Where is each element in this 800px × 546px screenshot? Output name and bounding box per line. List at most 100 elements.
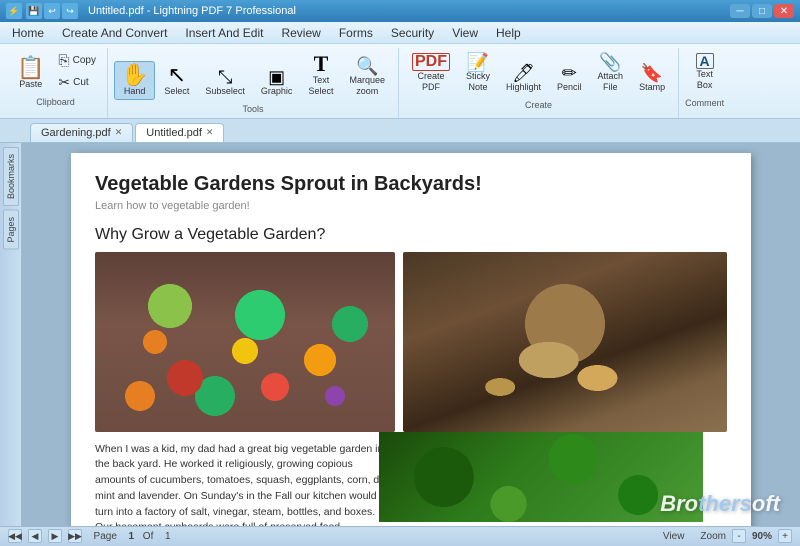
close-button[interactable]: ✕ — [774, 4, 794, 18]
pdf-bottom-right-area — [403, 442, 727, 526]
total-pages: 1 — [165, 531, 171, 542]
graphic-button[interactable]: ▣ Graphic — [254, 65, 300, 100]
sticky-note-icon: 📝 — [467, 53, 489, 71]
highlight-label: Highlight — [506, 82, 541, 93]
tab-gardening[interactable]: Gardening.pdf ✕ — [30, 123, 133, 142]
pages-panel-button[interactable]: Pages — [3, 210, 19, 250]
status-bar: ◀◀ ◀ ▶ ▶▶ Page 1 Of 1 View Zoom - 90% + — [0, 526, 800, 546]
cut-label: Cut — [73, 77, 89, 88]
subselect-icon: ⤡ — [218, 68, 232, 86]
main-area: Bookmarks Pages Vegetable Gardens Sprout… — [0, 143, 800, 526]
cut-icon: ✂ — [58, 74, 70, 91]
tab-untitled[interactable]: Untitled.pdf ✕ — [135, 123, 224, 142]
text-select-label: TextSelect — [308, 75, 333, 97]
app-icon: ⚡ — [6, 3, 22, 19]
comment-label: Comment — [685, 98, 724, 110]
last-page-button[interactable]: ▶▶ — [68, 529, 82, 543]
stamp-label: Stamp — [639, 82, 665, 93]
pdf-viewport[interactable]: Vegetable Gardens Sprout in Backyards! L… — [22, 143, 800, 526]
select-button[interactable]: ↖ Select — [157, 61, 196, 100]
ribbon: 📋 Paste ⎘ Copy ✂ Cut Clipboard — [0, 44, 800, 119]
vegetables-image — [95, 252, 395, 432]
app-title: Untitled.pdf - Lightning PDF 7 Professio… — [88, 5, 296, 17]
menu-bar: Home Create And Convert Insert And Edit … — [0, 22, 800, 44]
ribbon-group-clipboard: 📋 Paste ⎘ Copy ✂ Cut Clipboard — [4, 48, 108, 118]
pdf-images-row — [95, 252, 727, 432]
copy-label: Copy — [73, 55, 96, 66]
comment-buttons: A TextBox — [689, 50, 721, 94]
attach-file-icon: 📎 — [599, 53, 621, 71]
vegetables-image-content — [95, 252, 395, 432]
prev-button[interactable]: ◀ — [28, 529, 42, 543]
ribbon-group-comment: A TextBox Comment — [679, 48, 730, 118]
tab-untitled-label: Untitled.pdf — [146, 127, 202, 139]
pencil-label: Pencil — [557, 82, 582, 93]
redo-icon[interactable]: ↪ — [62, 3, 78, 19]
minimize-button[interactable]: ─ — [730, 4, 750, 18]
window-controls: ─ □ ✕ — [730, 4, 794, 18]
maximize-button[interactable]: □ — [752, 4, 772, 18]
select-icon: ↖ — [168, 64, 186, 86]
attach-file-label: AttachFile — [598, 71, 624, 93]
soil-image — [403, 252, 727, 432]
save-icon[interactable]: 💾 — [26, 3, 42, 19]
hand-label: Hand — [124, 86, 146, 97]
clipboard-label: Clipboard — [36, 97, 75, 109]
prev-page-button[interactable]: ◀◀ — [8, 529, 22, 543]
graphic-icon: ▣ — [268, 68, 285, 86]
tab-gardening-close[interactable]: ✕ — [115, 127, 123, 138]
create-label: Create — [525, 100, 552, 112]
hand-button[interactable]: ✋ Hand — [114, 61, 155, 100]
paste-button[interactable]: 📋 Paste — [10, 54, 51, 93]
pencil-button[interactable]: ✏ Pencil — [550, 61, 589, 96]
copy-icon: ⎘ — [58, 52, 69, 69]
marquee-zoom-button[interactable]: 🔍 Marqueezoom — [342, 54, 392, 100]
create-pdf-icon: PDF — [412, 53, 450, 71]
stamp-button[interactable]: 🔖 Stamp — [632, 61, 672, 96]
pencil-icon: ✏ — [562, 64, 577, 82]
zoom-in-button[interactable]: + — [778, 529, 792, 543]
create-pdf-button[interactable]: PDF CreatePDF — [405, 50, 457, 96]
menu-insert-edit[interactable]: Insert And Edit — [177, 24, 271, 42]
create-pdf-label: CreatePDF — [417, 71, 444, 93]
copy-cut-group: ⎘ Copy ✂ Cut — [53, 50, 101, 93]
menu-security[interactable]: Security — [383, 24, 442, 42]
text-select-button[interactable]: T TextSelect — [301, 50, 340, 100]
hand-icon: ✋ — [121, 64, 148, 86]
sticky-note-button[interactable]: 📝 StickyNote — [459, 50, 497, 96]
highlight-button[interactable]: 🖊 Highlight — [499, 61, 548, 96]
menu-help[interactable]: Help — [488, 24, 529, 42]
tabs-bar: Gardening.pdf ✕ Untitled.pdf ✕ — [0, 119, 800, 143]
undo-icon[interactable]: ↩ — [44, 3, 60, 19]
page-number: 1 — [128, 531, 134, 542]
marquee-label: Marqueezoom — [349, 75, 385, 97]
cut-button[interactable]: ✂ Cut — [53, 72, 101, 93]
tools-label: Tools — [242, 104, 263, 116]
select-label: Select — [164, 86, 189, 97]
pdf-bottom-row: When I was a kid, my dad had a great big… — [95, 442, 727, 526]
next-button[interactable]: ▶ — [48, 529, 62, 543]
pdf-title: Vegetable Gardens Sprout in Backyards! — [95, 173, 727, 196]
textbox-label: TextBox — [696, 69, 713, 91]
subselect-button[interactable]: ⤡ Subselect — [198, 65, 252, 100]
textbox-button[interactable]: A TextBox — [689, 50, 721, 94]
paste-icon: 📋 — [17, 57, 44, 79]
tab-untitled-close[interactable]: ✕ — [206, 127, 214, 138]
menu-forms[interactable]: Forms — [331, 24, 381, 42]
attach-file-button[interactable]: 📎 AttachFile — [591, 50, 631, 96]
menu-view[interactable]: View — [444, 24, 486, 42]
bookmarks-panel-button[interactable]: Bookmarks — [3, 147, 19, 206]
menu-home[interactable]: Home — [4, 24, 52, 42]
garden-image-bottom — [379, 432, 703, 522]
menu-create-convert[interactable]: Create And Convert — [54, 24, 175, 42]
zoom-out-button[interactable]: - — [732, 529, 746, 543]
copy-button[interactable]: ⎘ Copy — [53, 50, 101, 71]
menu-review[interactable]: Review — [273, 24, 328, 42]
create-buttons: PDF CreatePDF 📝 StickyNote 🖊 Highlight ✏… — [405, 50, 672, 96]
sticky-note-label: StickyNote — [466, 71, 490, 93]
subselect-label: Subselect — [205, 86, 245, 97]
tools-buttons: ✋ Hand ↖ Select ⤡ Subselect ▣ Graphic T — [114, 50, 392, 100]
textbox-icon: A — [696, 53, 714, 69]
status-left: ◀◀ ◀ ▶ ▶▶ Page 1 Of 1 — [8, 529, 171, 543]
tab-gardening-label: Gardening.pdf — [41, 127, 111, 139]
